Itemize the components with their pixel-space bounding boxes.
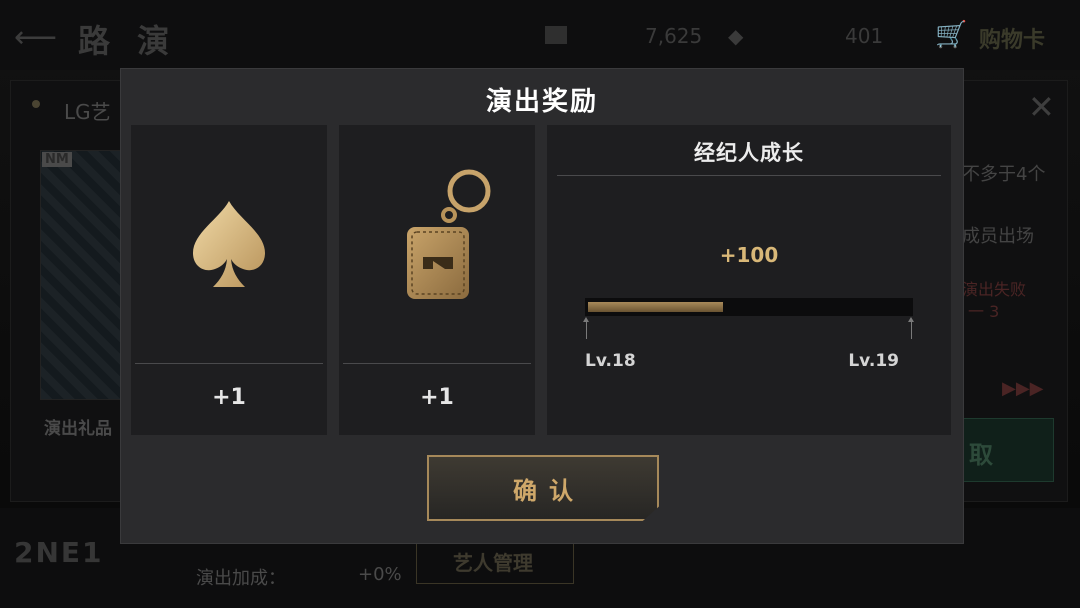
reward-tile: +1 bbox=[339, 125, 535, 435]
growth-divider bbox=[557, 175, 941, 176]
bonus-label: 演出加成： bbox=[196, 568, 286, 589]
modal-title: 演出奖励 bbox=[485, 87, 598, 117]
level-marker-left bbox=[583, 317, 589, 339]
page-title: 路 演 bbox=[78, 22, 178, 60]
cart-icon: 🛒 bbox=[935, 20, 968, 50]
exp-progress-fill bbox=[588, 302, 723, 312]
currency-1-value: 7,625 bbox=[645, 24, 703, 48]
tile-divider bbox=[343, 363, 531, 364]
exp-gain: +100 bbox=[719, 243, 779, 267]
keychain-icon bbox=[407, 169, 491, 299]
artist-management-button[interactable]: 艺人管理 bbox=[416, 540, 574, 584]
arrows-icon: ▶▶▶ bbox=[1002, 378, 1044, 399]
back-arrow-icon[interactable]: ⟵ bbox=[14, 20, 57, 55]
exp-progress-bar bbox=[585, 298, 913, 316]
card-rarity-badge: NM bbox=[42, 152, 72, 167]
condition-2: 成员出场 bbox=[962, 226, 1034, 247]
tile-divider bbox=[135, 363, 323, 364]
mission-bullet bbox=[32, 100, 40, 108]
diamond-icon: ◆ bbox=[728, 24, 744, 48]
condition-4: 一 3 bbox=[968, 302, 1000, 321]
confirm-button[interactable]: 确认 bbox=[427, 455, 659, 521]
reward-amount: +1 bbox=[212, 385, 246, 410]
spade-icon bbox=[193, 201, 265, 287]
gift-label: 演出礼品 bbox=[44, 419, 112, 439]
condition-3: 演出失败 bbox=[962, 280, 1027, 299]
artist-card-image bbox=[40, 150, 122, 400]
ticket-icon bbox=[545, 26, 567, 44]
level-from: Lv.18 bbox=[585, 351, 636, 371]
reward-amount: +1 bbox=[420, 385, 454, 410]
shop-label: 购物卡 bbox=[979, 28, 1046, 53]
close-icon[interactable]: ✕ bbox=[1028, 88, 1055, 126]
artist-management-label: 艺人管理 bbox=[453, 551, 533, 575]
confirm-label: 确认 bbox=[513, 477, 585, 505]
reward-modal: 演出奖励 +1 +1 经纪人成长 +100 Lv.18 Lv.19 确认 bbox=[120, 68, 964, 544]
reward-tile: +1 bbox=[131, 125, 327, 435]
currency-2-value: 401 bbox=[845, 24, 884, 48]
side-action-button[interactable]: 取 bbox=[962, 418, 1054, 482]
manager-growth-panel: 经纪人成长 +100 Lv.18 Lv.19 bbox=[547, 125, 951, 435]
bonus-value: +0% bbox=[358, 564, 402, 585]
level-marker-right bbox=[908, 317, 914, 339]
growth-title: 经纪人成长 bbox=[694, 141, 804, 165]
level-to: Lv.19 bbox=[848, 351, 899, 371]
top-bar: ⟵ 路 演 7,625 ◆ 401 🛒 购物卡 bbox=[0, 0, 1080, 70]
side-action-label: 取 bbox=[969, 441, 993, 469]
group-logo: 2NE1 bbox=[14, 536, 104, 569]
shop-button[interactable]: 🛒 购物卡 bbox=[935, 18, 1059, 54]
mission-title: LG艺 bbox=[64, 100, 111, 124]
condition-1: 不多于4个 bbox=[962, 164, 1046, 185]
